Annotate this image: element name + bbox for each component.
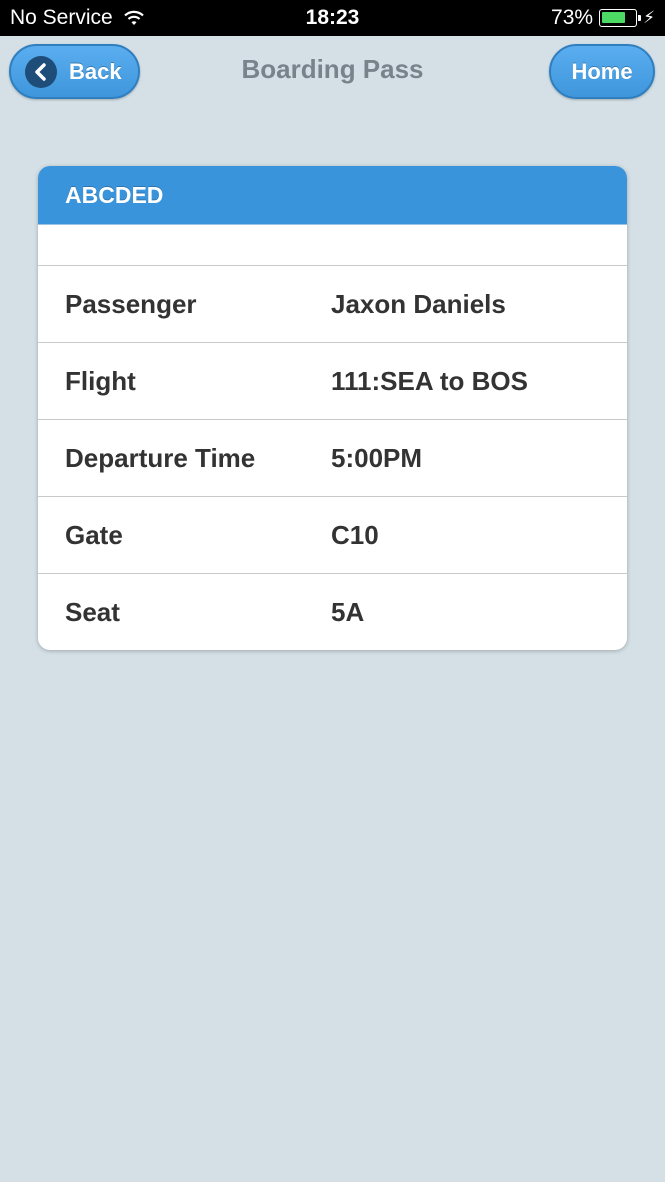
flight-label: Flight [65, 365, 136, 396]
card-header: ABCDED [38, 166, 627, 224]
battery-cap [638, 15, 642, 21]
table-row: Departure Time 5:00PM [38, 420, 627, 497]
departure-time-label: Departure Time [65, 442, 256, 473]
battery-percent: 73% [551, 6, 594, 29]
table-row: Seat 5A [38, 574, 627, 650]
status-right: 73% ⚡ [551, 6, 655, 30]
seat-value: 5A [331, 596, 365, 627]
gate-value: C10 [331, 519, 379, 550]
home-button[interactable]: Home [549, 44, 655, 99]
seat-label: Seat [65, 596, 120, 627]
table-row: Passenger Jaxon Daniels [38, 266, 627, 343]
passenger-value: Jaxon Daniels [331, 288, 506, 319]
gate-label: Gate [65, 519, 123, 550]
flight-value: 111:SEA to BOS [331, 365, 528, 396]
boarding-pass-card: ABCDED Passenger Jaxon Daniels Flight 11… [38, 166, 627, 650]
navigation-bar: Back Boarding Pass Home [0, 36, 665, 110]
battery-icon [599, 9, 642, 27]
battery-fill [602, 12, 625, 23]
table-row: Gate C10 [38, 497, 627, 574]
departure-time-value: 5:00PM [331, 442, 423, 473]
status-bar: No Service 18:23 73% ⚡ [0, 0, 665, 36]
blank-row [38, 224, 627, 266]
table-row: Flight 111:SEA to BOS [38, 343, 627, 420]
charging-bolt-icon: ⚡ [643, 8, 655, 27]
passenger-label: Passenger [65, 288, 197, 319]
